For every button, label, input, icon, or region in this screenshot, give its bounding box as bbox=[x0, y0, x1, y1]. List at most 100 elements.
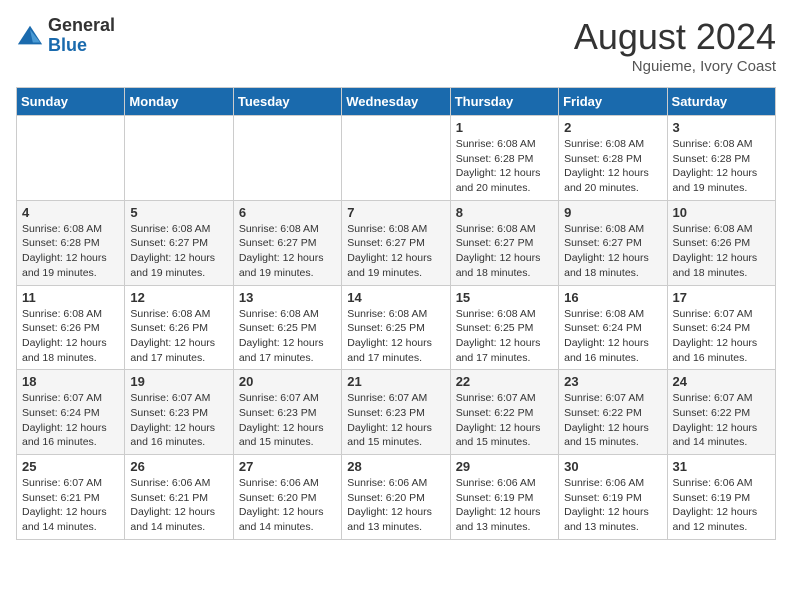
calendar-cell: 23 Sunrise: 6:07 AMSunset: 6:22 PMDayligh… bbox=[559, 370, 667, 455]
day-number: 7 bbox=[347, 205, 444, 220]
day-info: Sunrise: 6:08 AMSunset: 6:25 PMDaylight:… bbox=[239, 307, 336, 366]
day-number: 20 bbox=[239, 374, 336, 389]
calendar-cell: 16Sunrise: 6:08 AMSunset: 6:24 PMDayligh… bbox=[559, 285, 667, 370]
day-info: Sunrise: 6:06 AMSunset: 6:19 PMDaylight:… bbox=[564, 476, 661, 535]
day-number: 11 bbox=[22, 290, 119, 305]
day-number: 5 bbox=[130, 205, 227, 220]
day-number: 9 bbox=[564, 205, 661, 220]
logo-general: General bbox=[48, 16, 115, 36]
title-area: August 2024 Nguieme, Ivory Coast bbox=[574, 16, 776, 75]
calendar-body: 1 Sunrise: 6:08 AMSunset: 6:28 PMDaylight… bbox=[17, 116, 776, 540]
day-info: Sunrise: 6:08 AMSunset: 6:25 PMDaylight:… bbox=[456, 307, 553, 366]
day-number: 30 bbox=[564, 459, 661, 474]
day-info: Sunrise: 6:06 AMSunset: 6:19 PMDaylight:… bbox=[673, 476, 770, 535]
calendar-cell: 5Sunrise: 6:08 AMSunset: 6:27 PMDaylight… bbox=[125, 200, 233, 285]
calendar-week-row: 18 Sunrise: 6:07 AMSunset: 6:24 PMDayligh… bbox=[17, 370, 776, 455]
day-number: 29 bbox=[456, 459, 553, 474]
calendar-cell: 10 Sunrise: 6:08 AMSunset: 6:26 PMDayligh… bbox=[667, 200, 775, 285]
day-info: Sunrise: 6:07 AMSunset: 6:24 PMDaylight:… bbox=[22, 391, 119, 450]
calendar-cell bbox=[233, 116, 341, 201]
calendar-cell: 30 Sunrise: 6:06 AMSunset: 6:19 PMDayligh… bbox=[559, 455, 667, 540]
day-number: 3 bbox=[673, 120, 770, 135]
weekday-row: SundayMondayTuesdayWednesdayThursdayFrid… bbox=[17, 88, 776, 116]
day-number: 6 bbox=[239, 205, 336, 220]
calendar-cell: 12 Sunrise: 6:08 AMSunset: 6:26 PMDayligh… bbox=[125, 285, 233, 370]
calendar-cell bbox=[125, 116, 233, 201]
day-info: Sunrise: 6:07 AMSunset: 6:24 PMDaylight:… bbox=[673, 307, 770, 366]
day-number: 25 bbox=[22, 459, 119, 474]
day-number: 12 bbox=[130, 290, 227, 305]
calendar-cell: 2 Sunrise: 6:08 AMSunset: 6:28 PMDaylight… bbox=[559, 116, 667, 201]
day-info: Sunrise: 6:08 AMSunset: 6:26 PMDaylight:… bbox=[673, 222, 770, 281]
calendar-week-row: 1 Sunrise: 6:08 AMSunset: 6:28 PMDaylight… bbox=[17, 116, 776, 201]
day-info: Sunrise: 6:08 AMSunset: 6:27 PMDaylight:… bbox=[347, 222, 444, 281]
calendar-week-row: 11 Sunrise: 6:08 AMSunset: 6:26 PMDayligh… bbox=[17, 285, 776, 370]
day-info: Sunrise: 6:08 AMSunset: 6:24 PMDaylight:… bbox=[564, 307, 661, 366]
calendar-week-row: 25 Sunrise: 6:07 AMSunset: 6:21 PMDayligh… bbox=[17, 455, 776, 540]
calendar-cell: 28Sunrise: 6:06 AMSunset: 6:20 PMDayligh… bbox=[342, 455, 450, 540]
calendar-cell: 17 Sunrise: 6:07 AMSunset: 6:24 PMDayligh… bbox=[667, 285, 775, 370]
calendar-cell: 26 Sunrise: 6:06 AMSunset: 6:21 PMDayligh… bbox=[125, 455, 233, 540]
day-number: 22 bbox=[456, 374, 553, 389]
day-number: 10 bbox=[673, 205, 770, 220]
day-number: 2 bbox=[564, 120, 661, 135]
day-info: Sunrise: 6:08 AMSunset: 6:28 PMDaylight:… bbox=[564, 137, 661, 196]
calendar-week-row: 4 Sunrise: 6:08 AMSunset: 6:28 PMDaylight… bbox=[17, 200, 776, 285]
calendar-cell: 1Sunrise: 6:08 AMSunset: 6:28 PMDaylight… bbox=[450, 116, 558, 201]
day-number: 14 bbox=[347, 290, 444, 305]
calendar-cell bbox=[17, 116, 125, 201]
day-number: 18 bbox=[22, 374, 119, 389]
calendar-cell: 22 Sunrise: 6:07 AMSunset: 6:22 PMDayligh… bbox=[450, 370, 558, 455]
location: Nguieme, Ivory Coast bbox=[574, 58, 776, 75]
calendar-cell: 7 Sunrise: 6:08 AMSunset: 6:27 PMDaylight… bbox=[342, 200, 450, 285]
calendar-cell: 20 Sunrise: 6:07 AMSunset: 6:23 PMDayligh… bbox=[233, 370, 341, 455]
day-info: Sunrise: 6:07 AMSunset: 6:22 PMDaylight:… bbox=[456, 391, 553, 450]
day-info: Sunrise: 6:06 AMSunset: 6:21 PMDaylight:… bbox=[130, 476, 227, 535]
day-info: Sunrise: 6:07 AMSunset: 6:23 PMDaylight:… bbox=[347, 391, 444, 450]
calendar-cell: 11 Sunrise: 6:08 AMSunset: 6:26 PMDayligh… bbox=[17, 285, 125, 370]
weekday-header: Monday bbox=[125, 88, 233, 116]
day-info: Sunrise: 6:08 AMSunset: 6:27 PMDaylight:… bbox=[456, 222, 553, 281]
day-info: Sunrise: 6:08 AMSunset: 6:28 PMDaylight:… bbox=[22, 222, 119, 281]
weekday-header: Wednesday bbox=[342, 88, 450, 116]
calendar-cell bbox=[342, 116, 450, 201]
calendar-cell: 3 Sunrise: 6:08 AMSunset: 6:28 PMDaylight… bbox=[667, 116, 775, 201]
day-number: 1 bbox=[456, 120, 553, 135]
day-info: Sunrise: 6:06 AMSunset: 6:20 PMDaylight:… bbox=[347, 476, 444, 535]
day-number: 27 bbox=[239, 459, 336, 474]
logo: General Blue bbox=[16, 16, 115, 56]
day-info: Sunrise: 6:08 AMSunset: 6:28 PMDaylight:… bbox=[673, 137, 770, 196]
day-number: 21 bbox=[347, 374, 444, 389]
calendar-cell: 8 Sunrise: 6:08 AMSunset: 6:27 PMDaylight… bbox=[450, 200, 558, 285]
day-info: Sunrise: 6:07 AMSunset: 6:23 PMDaylight:… bbox=[239, 391, 336, 450]
day-info: Sunrise: 6:08 AMSunset: 6:26 PMDaylight:… bbox=[130, 307, 227, 366]
calendar: SundayMondayTuesdayWednesdayThursdayFrid… bbox=[16, 87, 776, 540]
calendar-cell: 27Sunrise: 6:06 AMSunset: 6:20 PMDayligh… bbox=[233, 455, 341, 540]
day-info: Sunrise: 6:07 AMSunset: 6:22 PMDaylight:… bbox=[564, 391, 661, 450]
logo-blue: Blue bbox=[48, 36, 115, 56]
calendar-cell: 25 Sunrise: 6:07 AMSunset: 6:21 PMDayligh… bbox=[17, 455, 125, 540]
day-number: 23 bbox=[564, 374, 661, 389]
calendar-cell: 21 Sunrise: 6:07 AMSunset: 6:23 PMDayligh… bbox=[342, 370, 450, 455]
weekday-header: Friday bbox=[559, 88, 667, 116]
calendar-cell: 31 Sunrise: 6:06 AMSunset: 6:19 PMDayligh… bbox=[667, 455, 775, 540]
day-number: 31 bbox=[673, 459, 770, 474]
calendar-cell: 29 Sunrise: 6:06 AMSunset: 6:19 PMDayligh… bbox=[450, 455, 558, 540]
day-number: 24 bbox=[673, 374, 770, 389]
calendar-cell: 9 Sunrise: 6:08 AMSunset: 6:27 PMDaylight… bbox=[559, 200, 667, 285]
day-number: 17 bbox=[673, 290, 770, 305]
page-header: General Blue August 2024 Nguieme, Ivory … bbox=[16, 16, 776, 75]
weekday-header: Sunday bbox=[17, 88, 125, 116]
day-number: 4 bbox=[22, 205, 119, 220]
day-info: Sunrise: 6:07 AMSunset: 6:21 PMDaylight:… bbox=[22, 476, 119, 535]
weekday-header: Saturday bbox=[667, 88, 775, 116]
calendar-cell: 14Sunrise: 6:08 AMSunset: 6:25 PMDayligh… bbox=[342, 285, 450, 370]
day-info: Sunrise: 6:08 AMSunset: 6:27 PMDaylight:… bbox=[564, 222, 661, 281]
day-number: 26 bbox=[130, 459, 227, 474]
day-number: 13 bbox=[239, 290, 336, 305]
day-info: Sunrise: 6:08 AMSunset: 6:26 PMDaylight:… bbox=[22, 307, 119, 366]
day-info: Sunrise: 6:06 AMSunset: 6:19 PMDaylight:… bbox=[456, 476, 553, 535]
calendar-cell: 15Sunrise: 6:08 AMSunset: 6:25 PMDayligh… bbox=[450, 285, 558, 370]
weekday-header: Tuesday bbox=[233, 88, 341, 116]
day-number: 8 bbox=[456, 205, 553, 220]
